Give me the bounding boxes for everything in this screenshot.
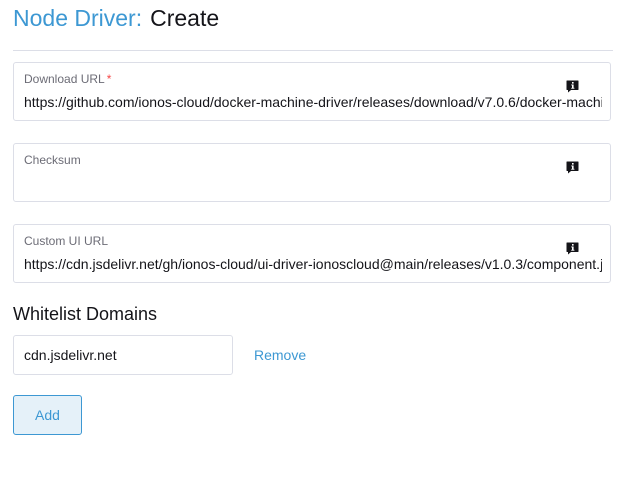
remove-domain-link[interactable]: Remove xyxy=(254,346,306,364)
header-divider xyxy=(13,50,613,51)
header-prefix: Node Driver: xyxy=(13,5,143,31)
checksum-label: Checksum xyxy=(24,153,81,167)
page-title: Create xyxy=(150,5,220,31)
info-icon[interactable] xyxy=(566,242,579,255)
required-indicator: * xyxy=(106,72,112,86)
info-icon[interactable] xyxy=(566,161,579,174)
whitelist-domain-input[interactable] xyxy=(13,335,233,375)
download-url-value[interactable]: https://github.com/ionos-cloud/docker-ma… xyxy=(24,93,602,111)
download-url-label: Download URL * xyxy=(24,72,112,86)
download-url-field[interactable]: Download URL * https://github.com/ionos-c… xyxy=(13,62,611,121)
add-domain-button[interactable]: Add xyxy=(13,395,82,435)
custom-ui-url-label: Custom UI URL xyxy=(24,234,109,248)
page-header: Node Driver: Create xyxy=(13,4,219,32)
whitelist-domains-heading: Whitelist Domains xyxy=(13,304,158,324)
checksum-field[interactable]: Checksum xyxy=(13,143,611,202)
custom-ui-url-value[interactable]: https://cdn.jsdelivr.net/gh/ionos-cloud/… xyxy=(24,255,602,273)
custom-ui-url-field[interactable]: Custom UI URL https://cdn.jsdelivr.net/g… xyxy=(13,224,611,283)
info-icon[interactable] xyxy=(566,80,579,93)
